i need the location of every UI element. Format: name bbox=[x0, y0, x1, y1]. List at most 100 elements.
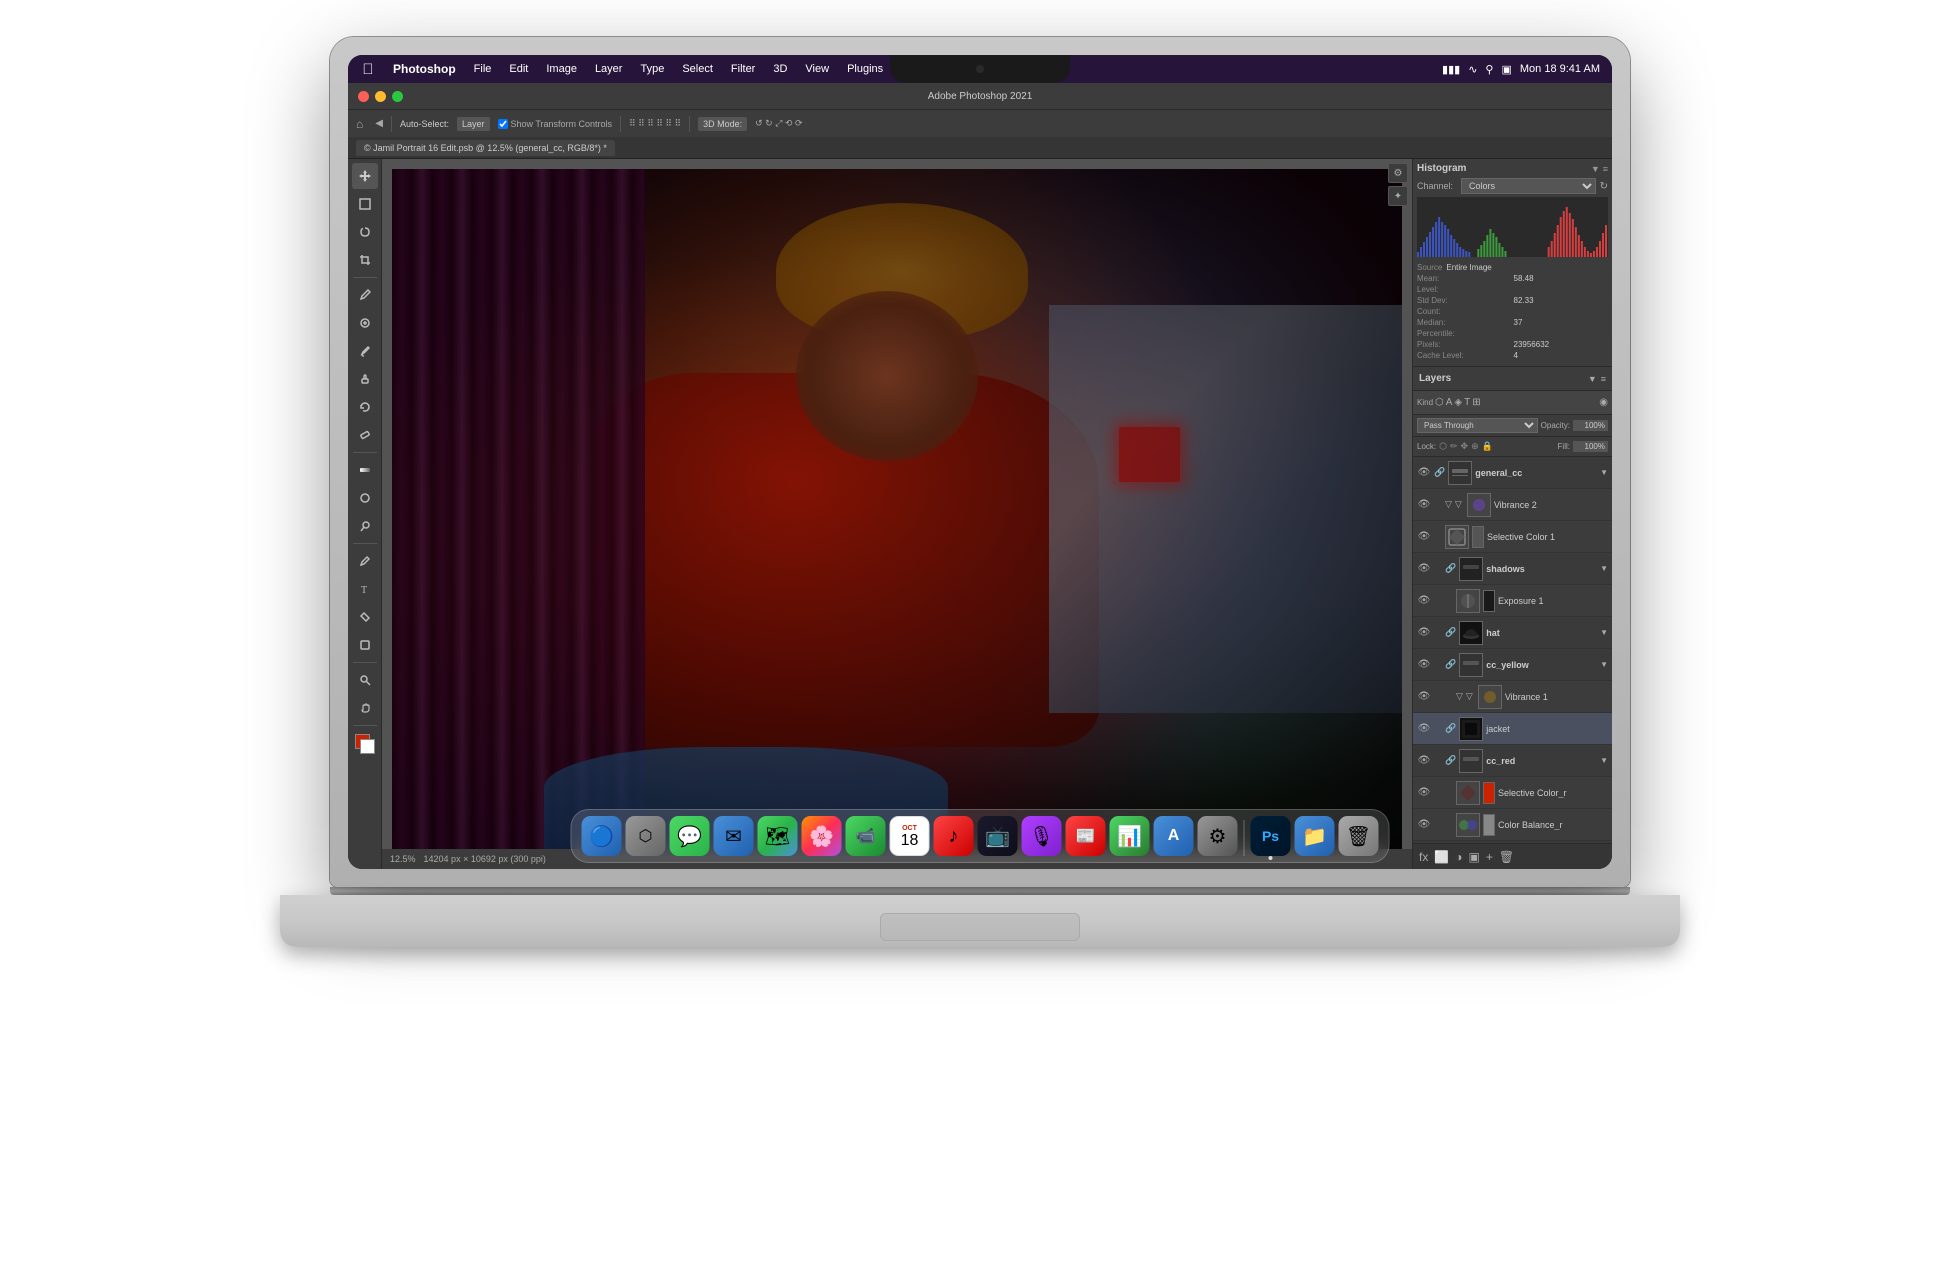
layer-item-general-cc[interactable]: 👁 🔗 general_cc ▼ bbox=[1413, 457, 1612, 489]
canvas-icon1[interactable]: ⚙ bbox=[1388, 163, 1408, 183]
tool-blur[interactable] bbox=[352, 485, 378, 511]
layer-vis-exp1[interactable]: 👁 bbox=[1417, 594, 1431, 608]
tool-shape[interactable] bbox=[352, 632, 378, 658]
dock-icon-tv[interactable]: 📺 bbox=[978, 816, 1018, 856]
window-minimize-button[interactable] bbox=[375, 91, 386, 102]
layer-mask-btn[interactable]: ⬜ bbox=[1434, 850, 1449, 864]
layer-item-cbr[interactable]: 👁 Color Balance_r bbox=[1413, 809, 1612, 841]
tool-healing[interactable] bbox=[352, 310, 378, 336]
menu-filter[interactable]: Filter bbox=[724, 61, 762, 77]
tool-crop[interactable] bbox=[352, 247, 378, 273]
layer-vis-scr[interactable]: 👁 bbox=[1417, 786, 1431, 800]
histogram-collapse-btn[interactable]: ▼ bbox=[1591, 164, 1600, 174]
menu-controlcenter[interactable]: ▣ bbox=[1501, 63, 1511, 76]
layer-item-hat[interactable]: 👁 🔗 hat ▼ bbox=[1413, 617, 1612, 649]
show-transform-checkbox[interactable] bbox=[498, 119, 508, 129]
menu-select[interactable]: Select bbox=[675, 61, 720, 77]
dock-icon-trash[interactable]: 🗑 bbox=[1339, 816, 1379, 856]
dock-icon-maps[interactable]: 🗺 bbox=[758, 816, 798, 856]
layer-delete-btn[interactable]: 🗑 bbox=[1499, 850, 1514, 864]
layer-vis-general-cc[interactable]: 👁 bbox=[1417, 466, 1431, 480]
dock-icon-photos[interactable]: 🌸 bbox=[802, 816, 842, 856]
lock-artboard-icon[interactable]: ✥ bbox=[1461, 441, 1469, 452]
dock-icon-messages[interactable]: 💬 bbox=[670, 816, 710, 856]
color-swatches[interactable] bbox=[355, 734, 375, 754]
layer-expand-ccred[interactable]: ▼ bbox=[1600, 756, 1608, 765]
lock-image-icon[interactable]: ✏ bbox=[1450, 441, 1458, 452]
layer-vis-jacket[interactable]: 👁 bbox=[1417, 722, 1431, 736]
lock-position-icon[interactable]: ⊕ bbox=[1471, 441, 1479, 452]
menu-layer[interactable]: Layer bbox=[588, 61, 630, 77]
layer-vis-ccyellow[interactable]: 👁 bbox=[1417, 658, 1431, 672]
layer-vis-ccred[interactable]: 👁 bbox=[1417, 754, 1431, 768]
tool-dodge[interactable] bbox=[352, 513, 378, 539]
background-color[interactable] bbox=[360, 739, 375, 754]
layer-item-selectivecolor1[interactable]: 👁 Selective Color 1 bbox=[1413, 521, 1612, 553]
layer-expand-ccyellow[interactable]: ▼ bbox=[1600, 660, 1608, 669]
tool-eyedropper[interactable] bbox=[352, 282, 378, 308]
dock-icon-finder2[interactable]: 📁 bbox=[1295, 816, 1335, 856]
layer-vis-vibrance2[interactable]: 👁 bbox=[1417, 498, 1431, 512]
tool-text[interactable]: T bbox=[352, 576, 378, 602]
ps-canvas-area[interactable]: ⚙ ✦ bbox=[382, 159, 1412, 869]
dock-icon-facetime[interactable]: 📹 bbox=[846, 816, 886, 856]
layer-vis-vibrance1[interactable]: 👁 bbox=[1417, 690, 1431, 704]
layer-new-btn[interactable]: + bbox=[1486, 850, 1493, 864]
layer-item-jacket[interactable]: 👁 🔗 jacket bbox=[1413, 713, 1612, 745]
dock-icon-finder[interactable]: 🔵 bbox=[582, 816, 622, 856]
dock-icon-photoshop[interactable]: Ps bbox=[1251, 816, 1291, 856]
ps-nav-back[interactable]: ◀ bbox=[375, 118, 383, 129]
layers-blend-mode-select[interactable]: Pass Through Normal Multiply Screen Over… bbox=[1417, 418, 1538, 433]
tool-eraser[interactable] bbox=[352, 422, 378, 448]
menu-3d[interactable]: 3D bbox=[766, 61, 794, 77]
layer-group-btn[interactable]: ▣ bbox=[1469, 850, 1480, 864]
layers-fill-value[interactable]: 100% bbox=[1573, 441, 1608, 452]
layer-item-vibrance1[interactable]: 👁 ▽ ▽ Vibrance 1 bbox=[1413, 681, 1612, 713]
layer-item-shadows[interactable]: 👁 🔗 shadows ▼ bbox=[1413, 553, 1612, 585]
tool-stamp[interactable] bbox=[352, 366, 378, 392]
window-close-button[interactable] bbox=[358, 91, 369, 102]
layers-filter-icon4[interactable]: T bbox=[1464, 397, 1470, 408]
menu-app-name[interactable]: Photoshop bbox=[386, 60, 463, 78]
menu-type[interactable]: Type bbox=[633, 61, 671, 77]
ps-home-icon[interactable]: ⌂ bbox=[356, 117, 363, 131]
layer-vis-sc1[interactable]: 👁 bbox=[1417, 530, 1431, 544]
layers-filter-icon5[interactable]: ⊞ bbox=[1472, 397, 1480, 408]
menu-image[interactable]: Image bbox=[539, 61, 584, 77]
layer-vis-cbr[interactable]: 👁 bbox=[1417, 818, 1431, 832]
lock-transparent-icon[interactable]: ⬡ bbox=[1439, 441, 1447, 452]
tool-pen[interactable] bbox=[352, 548, 378, 574]
macbook-trackpad[interactable] bbox=[880, 913, 1080, 941]
tool-brush[interactable] bbox=[352, 338, 378, 364]
tool-zoom[interactable] bbox=[352, 667, 378, 693]
dock-icon-mail[interactable]: ✉ bbox=[714, 816, 754, 856]
show-transform-label[interactable]: Show Transform Controls bbox=[498, 119, 613, 129]
histogram-channel-select[interactable]: Colors RGB Red Green Blue bbox=[1461, 178, 1596, 194]
layers-filter-icon2[interactable]: A bbox=[1446, 397, 1453, 408]
dock-icon-appstore[interactable]: A bbox=[1154, 816, 1194, 856]
tool-hand[interactable] bbox=[352, 695, 378, 721]
layer-item-ccyellow[interactable]: 👁 🔗 cc_yellow ▼ bbox=[1413, 649, 1612, 681]
layer-fx-btn[interactable]: fx bbox=[1419, 850, 1428, 864]
layers-filter-icon1[interactable]: ⬡ bbox=[1435, 397, 1444, 408]
dock-icon-launchpad[interactable]: ⬡ bbox=[626, 816, 666, 856]
dock-icon-numbers[interactable]: 📊 bbox=[1110, 816, 1150, 856]
layer-item-ccred[interactable]: 👁 🔗 cc_red ▼ bbox=[1413, 745, 1612, 777]
window-maximize-button[interactable] bbox=[392, 91, 403, 102]
layer-adjustment-btn[interactable]: ◑ bbox=[1455, 850, 1462, 864]
tool-lasso[interactable] bbox=[352, 219, 378, 245]
layer-item-scr[interactable]: 👁 Selective Color_r bbox=[1413, 777, 1612, 809]
tool-move[interactable] bbox=[352, 163, 378, 189]
dock-icon-calendar[interactable]: OCT 18 bbox=[890, 816, 930, 856]
layers-collapse-btn[interactable]: ▼ bbox=[1588, 374, 1597, 384]
tool-gradient[interactable] bbox=[352, 457, 378, 483]
menu-edit[interactable]: Edit bbox=[502, 61, 535, 77]
layers-filter-icon3[interactable]: ◈ bbox=[1454, 397, 1462, 408]
apple-menu-icon[interactable]:  bbox=[360, 61, 376, 77]
tool-history[interactable] bbox=[352, 394, 378, 420]
layer-expand-shadows[interactable]: ▼ bbox=[1600, 564, 1608, 573]
layer-vis-hat[interactable]: 👁 bbox=[1417, 626, 1431, 640]
menu-file[interactable]: File bbox=[467, 61, 499, 77]
layer-item-exposure1[interactable]: 👁 Exposure 1 bbox=[1413, 585, 1612, 617]
dock-icon-podcasts[interactable]: 🎙 bbox=[1022, 816, 1062, 856]
